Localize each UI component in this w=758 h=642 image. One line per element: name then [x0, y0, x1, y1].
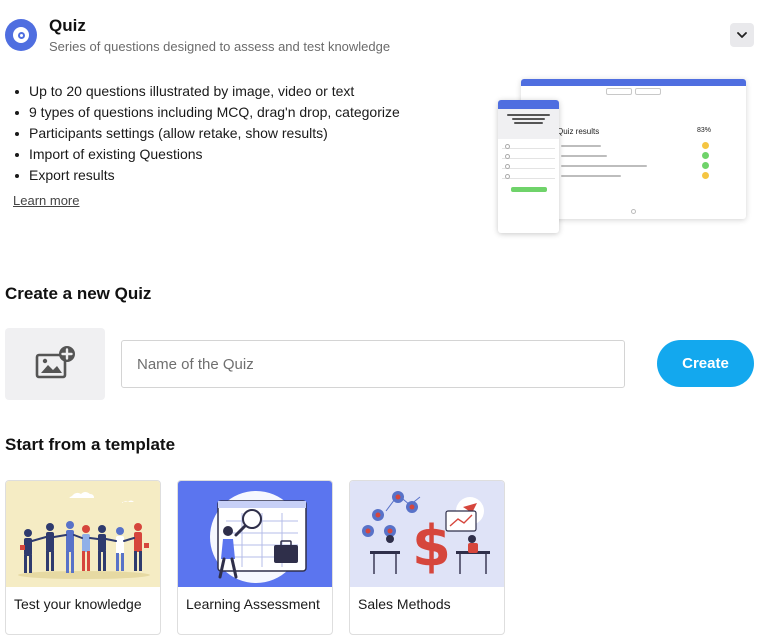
add-image-icon [35, 346, 75, 379]
page-subtitle: Series of questions designed to assess a… [49, 39, 391, 54]
quiz-name-input[interactable] [121, 340, 625, 388]
template-thumbnail [6, 481, 160, 587]
quiz-icon [13, 27, 29, 43]
template-thumbnail: $ [350, 481, 504, 587]
templates-heading: Start from a template [5, 435, 176, 454]
collapse-button[interactable] [730, 23, 754, 47]
template-thumbnail [178, 481, 332, 587]
feature-item: Import of existing Questions [13, 144, 400, 165]
quiz-question-preview [498, 100, 559, 233]
preview-results-score: 83% [697, 127, 712, 134]
create-quiz-heading: Create a new Quiz [5, 284, 152, 303]
feature-item: 9 types of questions including MCQ, drag… [13, 102, 400, 123]
template-card-learning-assessment[interactable]: Learning Assessment [177, 480, 333, 635]
svg-text:$: $ [412, 514, 451, 579]
feature-item: Participants settings (allow retake, sho… [13, 123, 400, 144]
quiz-image-picker[interactable] [5, 328, 105, 400]
learning-assessment-illustration [210, 491, 307, 583]
feature-list: Up to 20 questions illustrated by image,… [13, 81, 400, 186]
page-title: Quiz [49, 16, 86, 35]
quiz-app-icon [5, 19, 37, 51]
feature-item: Up to 20 questions illustrated by image,… [13, 81, 400, 102]
template-label: Learning Assessment [186, 596, 320, 612]
preview-results-title: Quiz results [557, 127, 600, 136]
learn-more-link[interactable]: Learn more [13, 193, 79, 208]
create-button[interactable]: Create [657, 340, 754, 387]
template-card-test-your-knowledge[interactable]: Test your knowledge [5, 480, 161, 635]
team-collaboration-illustration [18, 492, 150, 579]
feature-item: Export results [13, 165, 400, 186]
template-label: Sales Methods [358, 596, 451, 612]
sales-methods-illustration: $ [362, 491, 490, 579]
template-card-sales-methods[interactable]: $ Sales Methods [349, 480, 505, 635]
template-label: Test your knowledge [14, 596, 142, 612]
chevron-down-icon [737, 31, 747, 38]
